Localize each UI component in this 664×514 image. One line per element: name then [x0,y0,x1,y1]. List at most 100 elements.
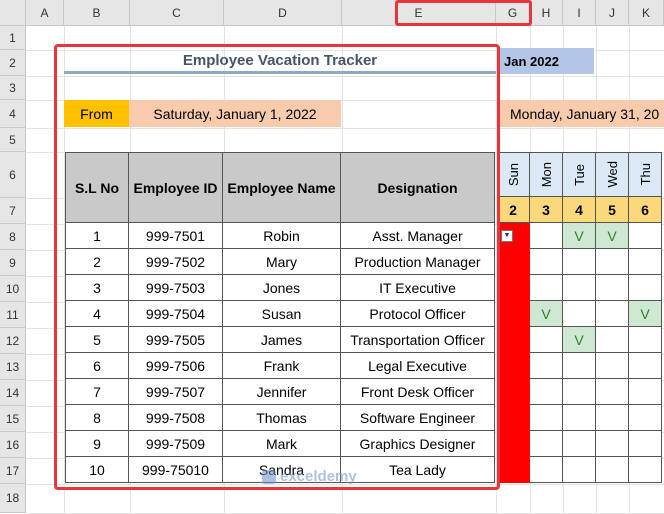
month-label: Jan 2022 [498,48,594,74]
select-all-corner[interactable] [0,0,26,26]
day-number: 5 [596,197,629,223]
vacation-cell[interactable] [596,301,629,327]
row-header-10[interactable]: 10 [0,276,26,302]
vacation-cell[interactable] [596,405,629,431]
day-number: 6 [629,197,662,223]
selection-outline-columns [395,0,532,26]
vacation-cell[interactable]: V [563,327,596,353]
vacation-cell[interactable] [629,249,662,275]
day-header-thu: Thu [629,152,662,197]
vacation-cell[interactable] [629,431,662,457]
column-header-d[interactable]: D [224,0,342,26]
day-number: 4 [563,197,596,223]
watermark-text: exceldemy [280,468,357,485]
vacation-cell[interactable] [563,379,596,405]
row-header-1[interactable]: 1 [0,26,26,50]
row-header-18[interactable]: 18 [0,484,26,513]
row-header-13[interactable]: 13 [0,354,26,380]
vacation-cell[interactable] [497,431,530,457]
vacation-cell[interactable] [596,457,629,483]
vacation-cell[interactable] [596,275,629,301]
row-header-4[interactable]: 4 [0,100,26,128]
vacation-cell[interactable] [530,431,563,457]
row-header-6[interactable]: 6 [0,152,26,198]
row-header-17[interactable]: 17 [0,458,26,484]
watermark: exceldemy [262,468,357,485]
vacation-cell[interactable] [596,327,629,353]
vacation-cell[interactable] [497,379,530,405]
vacation-cell[interactable] [596,379,629,405]
row-header-2[interactable]: 2 [0,50,26,76]
row-header-3[interactable]: 3 [0,76,26,100]
vacation-cell[interactable] [563,457,596,483]
vacation-cell[interactable]: V [530,301,563,327]
vacation-cell[interactable] [530,327,563,353]
row-header-9[interactable]: 9 [0,250,26,276]
row-header-14[interactable]: 14 [0,380,26,406]
vacation-cell[interactable] [629,353,662,379]
row-header-15[interactable]: 15 [0,406,26,432]
vacation-cell[interactable] [530,379,563,405]
vacation-cell[interactable] [596,353,629,379]
day-header-label: Sun [505,162,521,187]
vacation-cell[interactable] [563,275,596,301]
watermark-logo-icon [262,469,276,484]
vacation-cell[interactable] [629,405,662,431]
to-date[interactable]: Monday, January 31, 20 [498,100,664,127]
row-header-12[interactable]: 12 [0,328,26,354]
vacation-cell[interactable] [497,353,530,379]
vacation-cell[interactable] [497,327,530,353]
day-header-label: Mon [538,161,554,188]
day-header-tue: Tue [563,152,596,197]
column-header-i[interactable]: I [563,0,596,26]
vacation-cell[interactable] [530,275,563,301]
column-header-h[interactable]: H [530,0,563,26]
day-number: 2 [497,197,530,223]
row-header-7[interactable]: 7 [0,198,26,224]
vacation-cell[interactable] [563,431,596,457]
vacation-cell[interactable] [497,275,530,301]
row-header-8[interactable]: 8 [0,224,26,250]
vacation-cell[interactable]: V [629,301,662,327]
vacation-cell[interactable] [530,353,563,379]
vacation-cell[interactable] [497,249,530,275]
row-header-16[interactable]: 16 [0,432,26,458]
vacation-cell[interactable] [629,457,662,483]
vacation-cell[interactable] [629,223,662,249]
column-header-a[interactable]: A [26,0,64,26]
dropdown-arrow-icon[interactable]: ▼ [501,229,513,242]
day-header-sun: Sun [497,152,530,197]
vacation-cell[interactable]: V [563,223,596,249]
vacation-cell[interactable] [530,405,563,431]
vacation-cell[interactable]: ▼ [497,223,530,249]
day-header-wed: Wed [596,152,629,197]
vacation-cell[interactable] [530,249,563,275]
vacation-cell[interactable] [629,275,662,301]
vacation-cell[interactable] [563,353,596,379]
vacation-cell[interactable]: V [596,223,629,249]
day-header-mon: Mon [530,152,563,197]
vacation-cell[interactable] [596,431,629,457]
row-header-11[interactable]: 11 [0,302,26,328]
column-header-j[interactable]: J [596,0,629,26]
vacation-cell[interactable] [629,379,662,405]
vacation-cell[interactable] [497,301,530,327]
day-header-label: Wed [604,161,620,188]
vacation-cell[interactable] [563,405,596,431]
vacation-cell[interactable] [497,457,530,483]
column-header-k[interactable]: K [629,0,664,26]
day-header-label: Tue [571,163,587,186]
selection-outline-table [54,44,500,490]
vacation-cell[interactable] [497,405,530,431]
vacation-cell[interactable] [530,457,563,483]
day-number: 3 [530,197,563,223]
vacation-cell[interactable] [563,249,596,275]
vacation-cell[interactable] [629,327,662,353]
vacation-cell[interactable] [596,249,629,275]
row-header-5[interactable]: 5 [0,128,26,152]
column-header-c[interactable]: C [130,0,224,26]
column-header-b[interactable]: B [64,0,130,26]
vacation-cell[interactable] [530,223,563,249]
vacation-cell[interactable] [563,301,596,327]
day-header-label: Thu [637,163,653,186]
